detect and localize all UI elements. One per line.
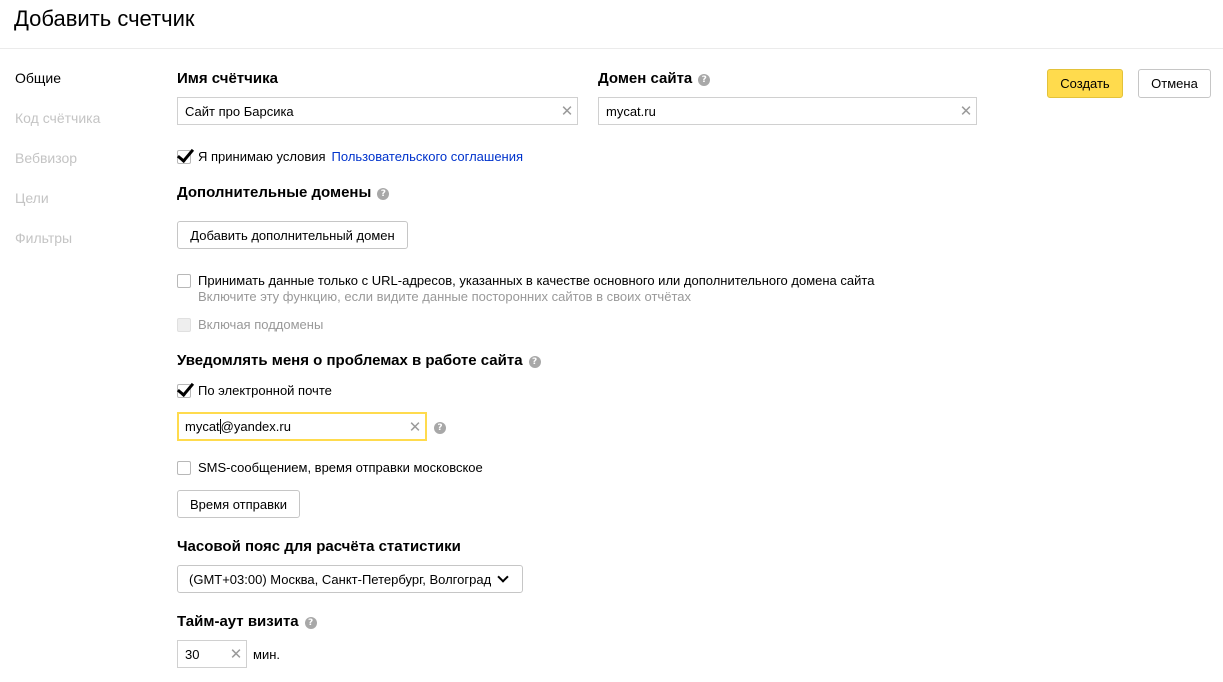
visit-timeout-unit: мин.	[253, 647, 280, 662]
counter-name-label: Имя счётчика	[177, 70, 278, 87]
notify-label: Уведомлять меня о проблемах в работе сай…	[177, 352, 541, 370]
question-circle-icon[interactable]: ?	[434, 422, 446, 434]
question-circle-icon[interactable]: ?	[377, 188, 390, 200]
site-domain-value: mycat.ru	[606, 103, 656, 119]
question-circle-icon[interactable]: ?	[698, 74, 711, 86]
email-value: mycat@yandex.ru	[185, 419, 405, 434]
sms-notify-checkbox[interactable]	[177, 461, 191, 475]
nav-item-general[interactable]: Общие	[15, 69, 100, 109]
nav-item-goals[interactable]: Цели	[15, 189, 100, 229]
sms-notify-text: SMS-сообщением, время отправки московско…	[198, 460, 483, 475]
timezone-select[interactable]: (GMT+03:00) Москва, Санкт-Петербург, Вол…	[177, 565, 523, 593]
cross-icon[interactable]: ✕	[226, 641, 246, 667]
counter-name-value: Сайт про Барсика	[185, 103, 294, 119]
cross-icon[interactable]: ✕	[557, 98, 577, 124]
email-notify-row: По электронной почте	[177, 383, 332, 399]
site-domain-input[interactable]: mycat.ru ✕	[598, 97, 977, 125]
page-title: Добавить счетчик	[14, 6, 195, 31]
settings-nav: Общие Код счётчика Вебвизор Цели Фильтры	[15, 69, 100, 269]
chevron-down-icon	[497, 570, 509, 583]
question-circle-icon[interactable]: ?	[304, 617, 317, 629]
subdomains-checkbox	[177, 318, 191, 332]
cross-icon[interactable]: ✕	[405, 414, 425, 440]
timezone-label: Часовой пояс для расчёта статистики	[177, 538, 461, 555]
terms-checkbox[interactable]	[177, 150, 191, 164]
url-filter-row: Принимать данные только с URL-адресов, у…	[177, 273, 874, 304]
add-extra-domain-button[interactable]: Добавить дополнительный домен	[177, 221, 408, 249]
timezone-selected: (GMT+03:00) Москва, Санкт-Петербург, Вол…	[189, 571, 492, 587]
nav-item-webvisor[interactable]: Вебвизор	[15, 149, 100, 189]
notify-label-text: Уведомлять меня о проблемах в работе сай…	[177, 352, 523, 369]
site-domain-label-text: Домен сайта	[598, 70, 693, 87]
nav-item-filters[interactable]: Фильтры	[15, 229, 100, 269]
user-agreement-link[interactable]: Пользовательского соглашения	[332, 149, 524, 165]
extra-domains-label: Дополнительные домены?	[177, 184, 390, 202]
title-divider	[0, 48, 1223, 49]
counter-name-input[interactable]: Сайт про Барсика ✕	[177, 97, 578, 125]
question-circle-icon[interactable]: ?	[528, 356, 541, 368]
sms-notify-row: SMS-сообщением, время отправки московско…	[177, 460, 483, 476]
email-value-after-caret: @yandex.ru	[220, 419, 291, 434]
email-input[interactable]: mycat@yandex.ru ✕	[177, 412, 427, 441]
url-filter-checkbox[interactable]	[177, 274, 191, 288]
email-notify-text: По электронной почте	[198, 383, 332, 398]
create-button[interactable]: Создать	[1047, 69, 1123, 98]
cancel-button[interactable]: Отмена	[1138, 69, 1211, 98]
url-filter-text-block: Принимать данные только с URL-адресов, у…	[198, 273, 874, 304]
email-value-before-caret: mycat	[185, 419, 220, 434]
visit-timeout-value: 30	[185, 646, 200, 662]
email-notify-checkbox[interactable]	[177, 384, 191, 398]
visit-timeout-label: Тайм-аут визита?	[177, 613, 317, 631]
site-domain-label: Домен сайта?	[598, 70, 711, 88]
url-filter-hint: Включите эту функцию, если видите данные…	[198, 289, 691, 304]
visit-timeout-label-text: Тайм-аут визита	[177, 613, 299, 630]
terms-text: Я принимаю условия	[198, 149, 326, 164]
send-time-button[interactable]: Время отправки	[177, 490, 300, 518]
terms-row: Я принимаю условия Пользовательского сог…	[177, 149, 523, 165]
url-filter-text: Принимать данные только с URL-адресов, у…	[198, 273, 875, 288]
extra-domains-label-text: Дополнительные домены	[177, 184, 372, 201]
subdomains-row: Включая поддомены	[177, 317, 323, 333]
cross-icon[interactable]: ✕	[956, 98, 976, 124]
visit-timeout-input[interactable]: 30 ✕	[177, 640, 247, 668]
nav-item-counter-code[interactable]: Код счётчика	[15, 109, 100, 149]
subdomains-text: Включая поддомены	[198, 317, 324, 332]
